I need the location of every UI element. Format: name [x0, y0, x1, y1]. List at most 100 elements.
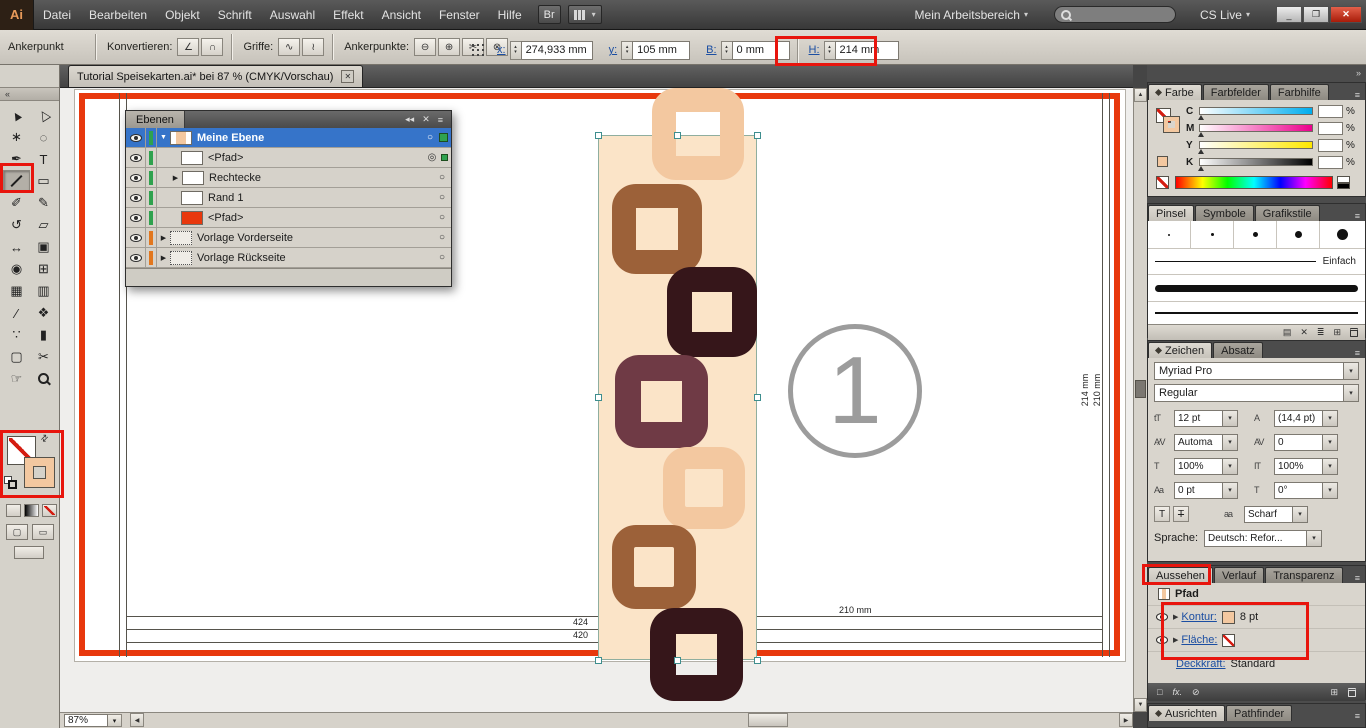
chevron-down-icon[interactable]: ▾	[1222, 411, 1237, 426]
selection-handle[interactable]	[595, 132, 602, 139]
kerning-input[interactable]: Automa▾	[1174, 434, 1238, 451]
swap-fill-stroke-icon[interactable]: ⇄	[38, 432, 51, 445]
show-handles-button[interactable]: ∿	[278, 38, 300, 56]
expand-icon[interactable]: ▶	[1173, 636, 1178, 644]
target-icon[interactable]: ○	[435, 192, 449, 203]
layer-thumbnail[interactable]	[170, 231, 192, 245]
chevron-down-icon[interactable]: ▾	[1322, 459, 1337, 474]
chevron-down-icon[interactable]: ▾	[1222, 459, 1237, 474]
column-graph-tool[interactable]: ▮	[30, 324, 57, 346]
layer-thumbnail[interactable]	[170, 251, 192, 265]
pencil-tool[interactable]: ✎	[30, 192, 57, 214]
none-button[interactable]	[42, 504, 57, 517]
scroll-down-icon[interactable]: ▼	[1134, 698, 1147, 712]
menu-objekt[interactable]: Objekt	[156, 0, 209, 30]
layer-name[interactable]: Vorlage Vorderseite	[197, 232, 435, 244]
brush-swatch[interactable]	[1277, 221, 1320, 248]
visibility-toggle[interactable]	[126, 248, 146, 267]
artwork-rounded-square[interactable]	[615, 355, 708, 448]
menu-fenster[interactable]: Fenster	[430, 0, 489, 30]
selection-handle[interactable]	[754, 657, 761, 664]
hide-handles-button[interactable]: ≀	[302, 38, 324, 56]
font-family-select[interactable]: Myriad Pro ▾	[1154, 362, 1359, 380]
antialias-select[interactable]: Scharf▾	[1244, 506, 1308, 523]
magenta-slider[interactable]: M %	[1186, 121, 1355, 135]
strikethrough-button[interactable]: T	[1173, 506, 1189, 522]
layer-name[interactable]: Rand 1	[208, 192, 435, 204]
dock-collapse-button[interactable]: »	[1356, 68, 1361, 78]
artwork-rounded-square[interactable]	[612, 184, 702, 274]
height-stepper[interactable]: ▴▾	[824, 41, 835, 60]
target-icon[interactable]: ○	[435, 172, 449, 183]
remove-brush-stroke-icon[interactable]: ✕	[1300, 327, 1308, 338]
scroll-up-icon[interactable]: ▲	[1134, 88, 1147, 102]
vertical-scrollbar-thumb[interactable]	[1135, 380, 1146, 398]
chevron-down-icon[interactable]: ▾	[1292, 507, 1307, 522]
layer-thumbnail[interactable]	[182, 171, 204, 185]
eyedropper-tool[interactable]: ⁄	[3, 302, 30, 324]
gradient-tool[interactable]: ▥	[30, 280, 57, 302]
visibility-toggle[interactable]	[126, 208, 146, 227]
chevron-down-icon[interactable]: ▾	[1322, 411, 1337, 426]
new-brush-icon[interactable]: ⊞	[1333, 327, 1341, 338]
selection-handle[interactable]	[674, 132, 681, 139]
document-tab[interactable]: Tutorial Speisekarten.ai* bei 87 % (CMYK…	[68, 65, 363, 87]
rotate-tool[interactable]: ↺	[3, 214, 30, 236]
panel-menu-icon[interactable]: ≡	[1350, 211, 1365, 221]
black-slider-bar[interactable]	[1199, 158, 1313, 166]
chevron-down-icon[interactable]: ▾	[1306, 531, 1321, 546]
layer-row-rand-1[interactable]: Rand 1 ○	[126, 188, 451, 208]
slice-tool[interactable]: ✂	[30, 346, 57, 368]
gradient-button[interactable]	[24, 504, 39, 517]
target-icon[interactable]: ◎	[425, 152, 439, 163]
arrange-documents-button[interactable]: ▾	[568, 5, 602, 24]
menu-datei[interactable]: Datei	[34, 0, 80, 30]
direct-selection-tool[interactable]: △	[30, 104, 57, 126]
rectangle-tool[interactable]: ▭	[30, 170, 57, 192]
brush-swatch-basic[interactable]: Einfach	[1148, 248, 1365, 274]
fill-link[interactable]: Fläche:	[1181, 634, 1217, 646]
remove-anchor-button[interactable]: ⊖	[414, 38, 436, 56]
stroke-link[interactable]: Kontur:	[1181, 611, 1216, 623]
character-rotation-input[interactable]: 0°▾	[1274, 482, 1338, 499]
layer-row-vorlage-vorderseite[interactable]: ▶ Vorlage Vorderseite ○	[126, 228, 451, 248]
brush-swatch[interactable]	[1320, 221, 1365, 248]
y-label[interactable]: y:	[609, 44, 618, 56]
menu-schrift[interactable]: Schrift	[209, 0, 261, 30]
artwork-rounded-square[interactable]	[650, 608, 743, 701]
draw-behind-button[interactable]: ▭	[32, 524, 54, 540]
expand-icon[interactable]: ▶	[157, 254, 170, 262]
layers-panel-titlebar[interactable]: Ebenen ◂◂ ✕ ≡	[126, 111, 451, 128]
underline-button[interactable]: T	[1154, 506, 1170, 522]
panel-menu-icon[interactable]: ≡	[1350, 348, 1365, 358]
horizontal-scale-input[interactable]: 100%▾	[1174, 458, 1238, 475]
tab-aussehen[interactable]: Aussehen	[1148, 567, 1213, 583]
tab-pathfinder[interactable]: Pathfinder	[1226, 705, 1292, 721]
convert-to-corner-button[interactable]: ∠	[177, 38, 199, 56]
cyan-value-input[interactable]	[1318, 105, 1343, 118]
selection-handle[interactable]	[674, 657, 681, 664]
type-tool[interactable]: T	[30, 148, 57, 170]
tracking-input[interactable]: 0▾	[1274, 434, 1338, 451]
visibility-toggle[interactable]	[1153, 636, 1170, 644]
yellow-slider-bar[interactable]	[1199, 141, 1313, 149]
width-label[interactable]: B:	[706, 44, 716, 56]
stroke-color-swatch[interactable]	[1222, 611, 1235, 624]
baseline-shift-input[interactable]: 0 pt▾	[1174, 482, 1238, 499]
width-tool[interactable]: ↔	[3, 236, 30, 258]
chevron-down-icon[interactable]: ▾	[1222, 435, 1237, 450]
tab-ausrichten[interactable]: Ausrichten	[1148, 705, 1225, 721]
visibility-toggle[interactable]	[126, 168, 146, 187]
tab-absatz[interactable]: Absatz	[1213, 342, 1263, 358]
stroke-swatch[interactable]	[25, 458, 54, 487]
bridge-button[interactable]: Br	[538, 5, 561, 24]
reference-point-locator[interactable]	[472, 44, 485, 57]
yellow-slider[interactable]: Y %	[1186, 138, 1355, 152]
magenta-value-input[interactable]	[1318, 122, 1343, 135]
brush-swatch[interactable]	[1234, 221, 1277, 248]
screen-mode-button[interactable]	[14, 546, 44, 559]
target-icon[interactable]: ○	[435, 232, 449, 243]
zoom-level-input[interactable]: 87%	[64, 714, 108, 727]
zoom-dropdown-button[interactable]: ▾	[108, 714, 122, 727]
hand-tool[interactable]: ☞	[3, 368, 30, 390]
